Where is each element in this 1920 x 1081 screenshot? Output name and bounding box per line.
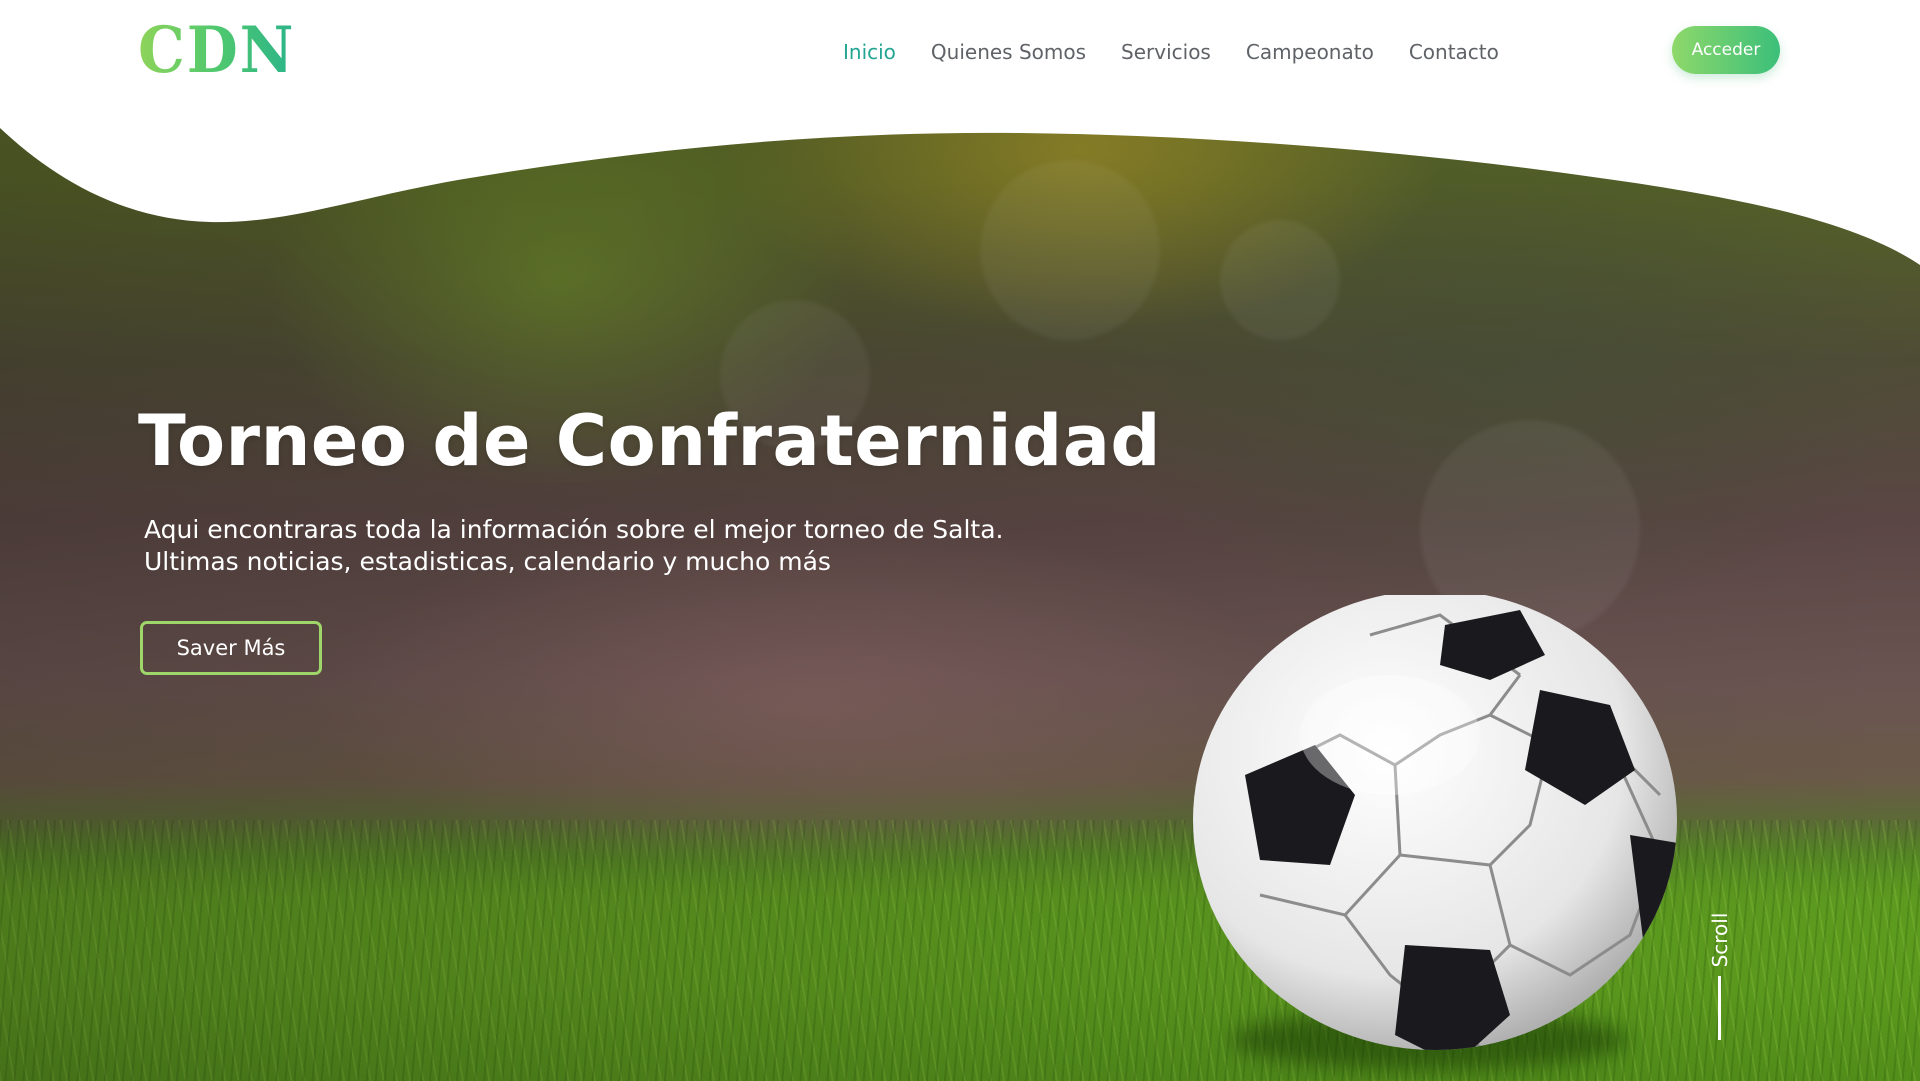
top-navbar: CDN Inicio Quienes Somos Servicios Campe… xyxy=(0,0,1920,100)
landing-page: CDN Inicio Quienes Somos Servicios Campe… xyxy=(0,0,1920,1081)
nav-item-quienes-somos[interactable]: Quienes Somos xyxy=(931,38,1086,66)
soccer-ball-image xyxy=(1193,595,1677,1050)
hero-title: Torneo de Confraternidad xyxy=(138,400,1162,482)
scroll-indicator[interactable]: Scroll xyxy=(1700,900,1740,1045)
hero-subtitle: Aqui encontraras toda la información sob… xyxy=(144,514,1044,578)
login-button[interactable]: Acceder xyxy=(1672,26,1780,74)
hero-subtitle-line-1: Aqui encontraras toda la información sob… xyxy=(144,515,1004,544)
nav-item-inicio[interactable]: Inicio xyxy=(843,38,896,66)
brand-logo[interactable]: CDN xyxy=(138,16,295,86)
hero-subtitle-line-2: Ultimas noticias, estadisticas, calendar… xyxy=(144,547,831,576)
nav-item-campeonato[interactable]: Campeonato xyxy=(1246,38,1374,66)
main-navigation: Inicio Quienes Somos Servicios Campeonat… xyxy=(843,38,1534,66)
scroll-label: Scroll xyxy=(1708,912,1732,968)
nav-item-contacto[interactable]: Contacto xyxy=(1409,38,1499,66)
nav-item-servicios[interactable]: Servicios xyxy=(1121,38,1211,66)
scroll-line xyxy=(1718,976,1721,1040)
learn-more-button[interactable]: Saver Más xyxy=(140,621,322,675)
